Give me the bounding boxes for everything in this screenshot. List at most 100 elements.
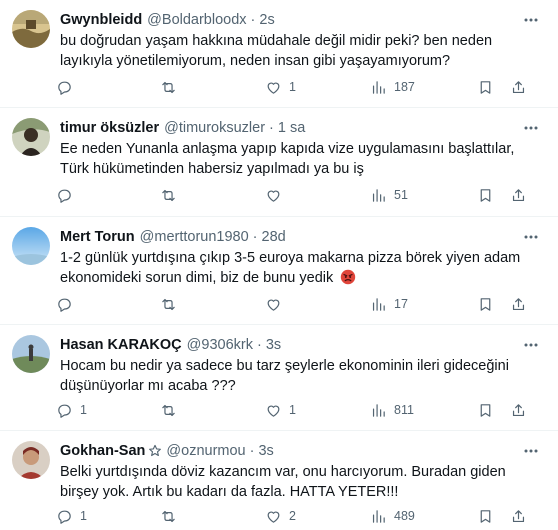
share-button[interactable]	[510, 402, 527, 419]
retweet-button[interactable]	[160, 79, 184, 96]
view-count: 51	[394, 188, 408, 202]
separator-dot: ·	[250, 12, 256, 28]
tweet[interactable]: Gwynbleidd @Boldarbloodx · 2s bu doğruda…	[0, 0, 558, 108]
share-icon	[512, 403, 525, 416]
timestamp[interactable]: 2s	[259, 12, 274, 28]
share-button[interactable]	[510, 508, 527, 525]
retweet-icon	[162, 510, 175, 522]
timestamp[interactable]: 3s	[258, 443, 273, 459]
reply-button[interactable]: 1	[56, 508, 87, 525]
avatar[interactable]	[12, 335, 50, 373]
bookmark-button[interactable]	[477, 79, 494, 96]
views-button[interactable]: 489	[370, 508, 415, 525]
separator-dot: ·	[256, 337, 262, 353]
heart-icon	[267, 299, 280, 311]
user-handle[interactable]: @timuroksuzler	[164, 120, 265, 136]
display-name[interactable]: Gokhan-San	[60, 443, 145, 459]
avatar[interactable]	[12, 118, 50, 156]
avatar[interactable]	[12, 10, 50, 48]
retweet-button[interactable]	[160, 296, 184, 313]
like-button[interactable]	[265, 187, 289, 204]
reply-button[interactable]	[56, 79, 80, 96]
reply-button[interactable]	[56, 187, 80, 204]
share-icon	[512, 509, 525, 522]
tweet[interactable]: Gokhan-San @oznurmou · 3s Belki yurtdışı…	[0, 431, 558, 530]
more-options-icon[interactable]	[518, 118, 544, 138]
view-count: 187	[394, 80, 415, 94]
tweet-text-body: 1-2 günlük yurtdışına çıkıp 3-5 euroya m…	[60, 250, 521, 286]
like-button[interactable]: 2	[265, 508, 296, 525]
tweet-reply-feed: Gwynbleidd @Boldarbloodx · 2s bu doğruda…	[0, 0, 558, 530]
heart-icon	[267, 405, 280, 417]
action-bar: 1 187	[58, 76, 544, 98]
bookmark-icon	[480, 297, 491, 311]
bookmark-button[interactable]	[477, 296, 494, 313]
like-button[interactable]: 1	[265, 79, 296, 96]
share-button[interactable]	[510, 187, 527, 204]
share-icon	[512, 297, 525, 310]
tweet-text: 1-2 günlük yurtdışına çıkıp 3-5 euroya m…	[60, 248, 544, 288]
reply-count: 1	[80, 403, 87, 417]
retweet-icon	[162, 81, 175, 93]
tweet[interactable]: Hasan KARAKOÇ @9306krk · 3s Hocam bu ned…	[0, 325, 558, 431]
user-handle[interactable]: @9306krk	[187, 337, 253, 353]
reply-icon	[58, 298, 71, 312]
bookmark-button[interactable]	[477, 187, 494, 204]
like-count: 2	[289, 509, 296, 523]
views-icon	[372, 297, 385, 311]
bookmark-button[interactable]	[477, 402, 494, 419]
view-count: 17	[394, 297, 408, 311]
reply-button[interactable]	[56, 296, 80, 313]
user-handle[interactable]: @merttorun1980	[140, 229, 249, 245]
star-badge-icon	[149, 444, 162, 457]
retweet-button[interactable]	[160, 187, 184, 204]
timestamp[interactable]: 28d	[262, 229, 286, 245]
tweet-text: Belki yurtdışında döviz kazancım var, on…	[60, 464, 506, 500]
retweet-icon	[162, 189, 175, 201]
share-icon	[512, 188, 525, 201]
reply-icon	[58, 404, 71, 418]
separator-dot: ·	[269, 120, 274, 136]
user-handle[interactable]: @Boldarbloodx	[147, 12, 246, 28]
user-handle[interactable]: @oznurmou	[166, 443, 245, 459]
bookmark-button[interactable]	[477, 508, 494, 525]
like-button[interactable]	[265, 296, 289, 313]
timestamp[interactable]: 3s	[266, 337, 281, 353]
action-bar: 51	[58, 184, 544, 206]
display-name[interactable]: timur öksüzler	[60, 120, 159, 136]
reply-icon	[58, 510, 71, 524]
more-options-icon[interactable]	[518, 10, 544, 30]
share-button[interactable]	[510, 79, 527, 96]
share-icon	[512, 80, 525, 93]
heart-icon	[267, 511, 280, 523]
retweet-button[interactable]	[160, 508, 184, 525]
tweet-text: bu doğrudan yaşam hakkına müdahale değil…	[60, 33, 493, 69]
display-name[interactable]: Hasan KARAKOÇ	[60, 337, 182, 353]
views-button[interactable]: 187	[370, 79, 415, 96]
avatar[interactable]	[12, 441, 50, 479]
views-button[interactable]: 51	[370, 187, 408, 204]
timestamp[interactable]: 1 sa	[278, 120, 305, 136]
views-button[interactable]: 17	[370, 296, 408, 313]
views-icon	[372, 403, 385, 417]
tweet[interactable]: timur öksüzler @timuroksuzler · 1 sa Ee …	[0, 108, 558, 217]
views-button[interactable]: 811	[370, 402, 414, 419]
display-name[interactable]: Mert Torun	[60, 229, 135, 245]
tweet-header: timur öksüzler @timuroksuzler · 1 sa	[60, 118, 544, 138]
like-button[interactable]: 1	[265, 402, 296, 419]
share-button[interactable]	[510, 296, 527, 313]
more-options-icon[interactable]	[518, 227, 544, 247]
bookmark-icon	[480, 509, 491, 523]
avatar[interactable]	[12, 227, 50, 265]
retweet-button[interactable]	[160, 402, 184, 419]
tweet[interactable]: Mert Torun @merttorun1980 · 28d 1-2 günl…	[0, 217, 558, 325]
views-icon	[372, 80, 385, 94]
separator-dot: ·	[252, 229, 258, 245]
tweet-header: Gokhan-San @oznurmou · 3s	[60, 441, 544, 461]
display-name[interactable]: Gwynbleidd	[60, 12, 142, 28]
separator-dot: ·	[249, 443, 255, 459]
more-options-icon[interactable]	[518, 335, 544, 355]
more-options-icon[interactable]	[518, 441, 544, 461]
tweet-header: Mert Torun @merttorun1980 · 28d	[60, 227, 544, 247]
reply-button[interactable]: 1	[56, 402, 87, 419]
